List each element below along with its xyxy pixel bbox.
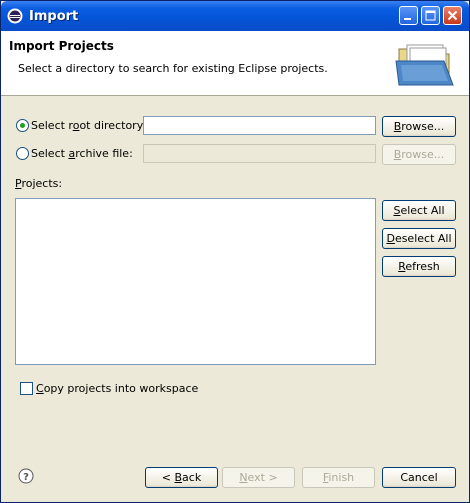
copy-projects-checkbox[interactable]: [20, 382, 33, 395]
archive-file-input: [143, 144, 376, 163]
copy-projects-mnemonic: C: [36, 382, 44, 395]
back-label: ack: [182, 471, 202, 484]
archive-file-label[interactable]: Select archive file:: [31, 147, 133, 160]
copy-projects-label-rest: opy projects into workspace: [43, 382, 199, 395]
back-mnemonic: B: [174, 471, 183, 484]
folder-icon: [395, 44, 454, 86]
maximize-icon: [425, 10, 436, 21]
root-directory-label[interactable]: Select root directory:: [31, 119, 146, 132]
copy-projects-label[interactable]: Copy projects into workspace: [36, 382, 198, 395]
svg-text:?: ?: [23, 472, 29, 483]
next-label: ext >: [247, 471, 278, 484]
archive-file-label-rest: rchive file:: [75, 147, 133, 160]
projects-label-rest: rojects:: [21, 177, 63, 190]
wizard-header: Import Projects Select a directory to se…: [1, 31, 469, 96]
archive-file-radio[interactable]: [16, 147, 29, 160]
page-title: Import Projects: [9, 39, 114, 53]
browse-root-label: rowse...: [401, 120, 445, 133]
root-directory-input[interactable]: [143, 116, 376, 135]
refresh-button[interactable]: Refresh: [382, 256, 456, 277]
back-button[interactable]: < Back: [145, 467, 218, 488]
minimize-button[interactable]: [399, 6, 418, 25]
maximize-button[interactable]: [421, 6, 440, 25]
select-all-button[interactable]: Select All: [382, 200, 456, 221]
next-button: Next >: [222, 467, 295, 488]
refresh-label: efresh: [405, 260, 440, 273]
browse-archive-button: Browse...: [382, 144, 456, 165]
finish-button: Finish: [302, 467, 375, 488]
deselect-all-label: eselect All: [394, 232, 452, 245]
window-title: Import: [29, 9, 79, 24]
browse-archive-label: rowse...: [401, 148, 445, 161]
help-icon[interactable]: ?: [18, 468, 34, 484]
title-bar[interactable]: Import: [1, 1, 469, 31]
deselect-all-mnemonic: D: [386, 232, 395, 245]
browse-root-button[interactable]: Browse...: [382, 116, 456, 137]
page-description: Select a directory to search for existin…: [18, 62, 328, 75]
archive-file-label-text: Select: [31, 147, 69, 160]
root-directory-radio[interactable]: [16, 119, 29, 132]
projects-label: Projects:: [15, 177, 62, 190]
back-prefix: <: [161, 471, 175, 484]
close-icon: [447, 10, 458, 21]
finish-label: inish: [328, 471, 355, 484]
minimize-icon: [404, 18, 411, 20]
root-directory-label-rest: ot directory:: [79, 119, 147, 132]
root-directory-label-text: Select r: [31, 119, 73, 132]
cancel-button[interactable]: Cancel: [382, 467, 456, 488]
projects-list[interactable]: [15, 198, 376, 365]
select-all-label: elect All: [400, 204, 445, 217]
deselect-all-button[interactable]: Deselect All: [382, 228, 456, 249]
import-dialog: Import Import Projects Select a director…: [0, 0, 470, 503]
next-mnemonic: N: [239, 471, 248, 484]
close-button[interactable]: [443, 6, 462, 25]
eclipse-icon: [7, 8, 23, 24]
